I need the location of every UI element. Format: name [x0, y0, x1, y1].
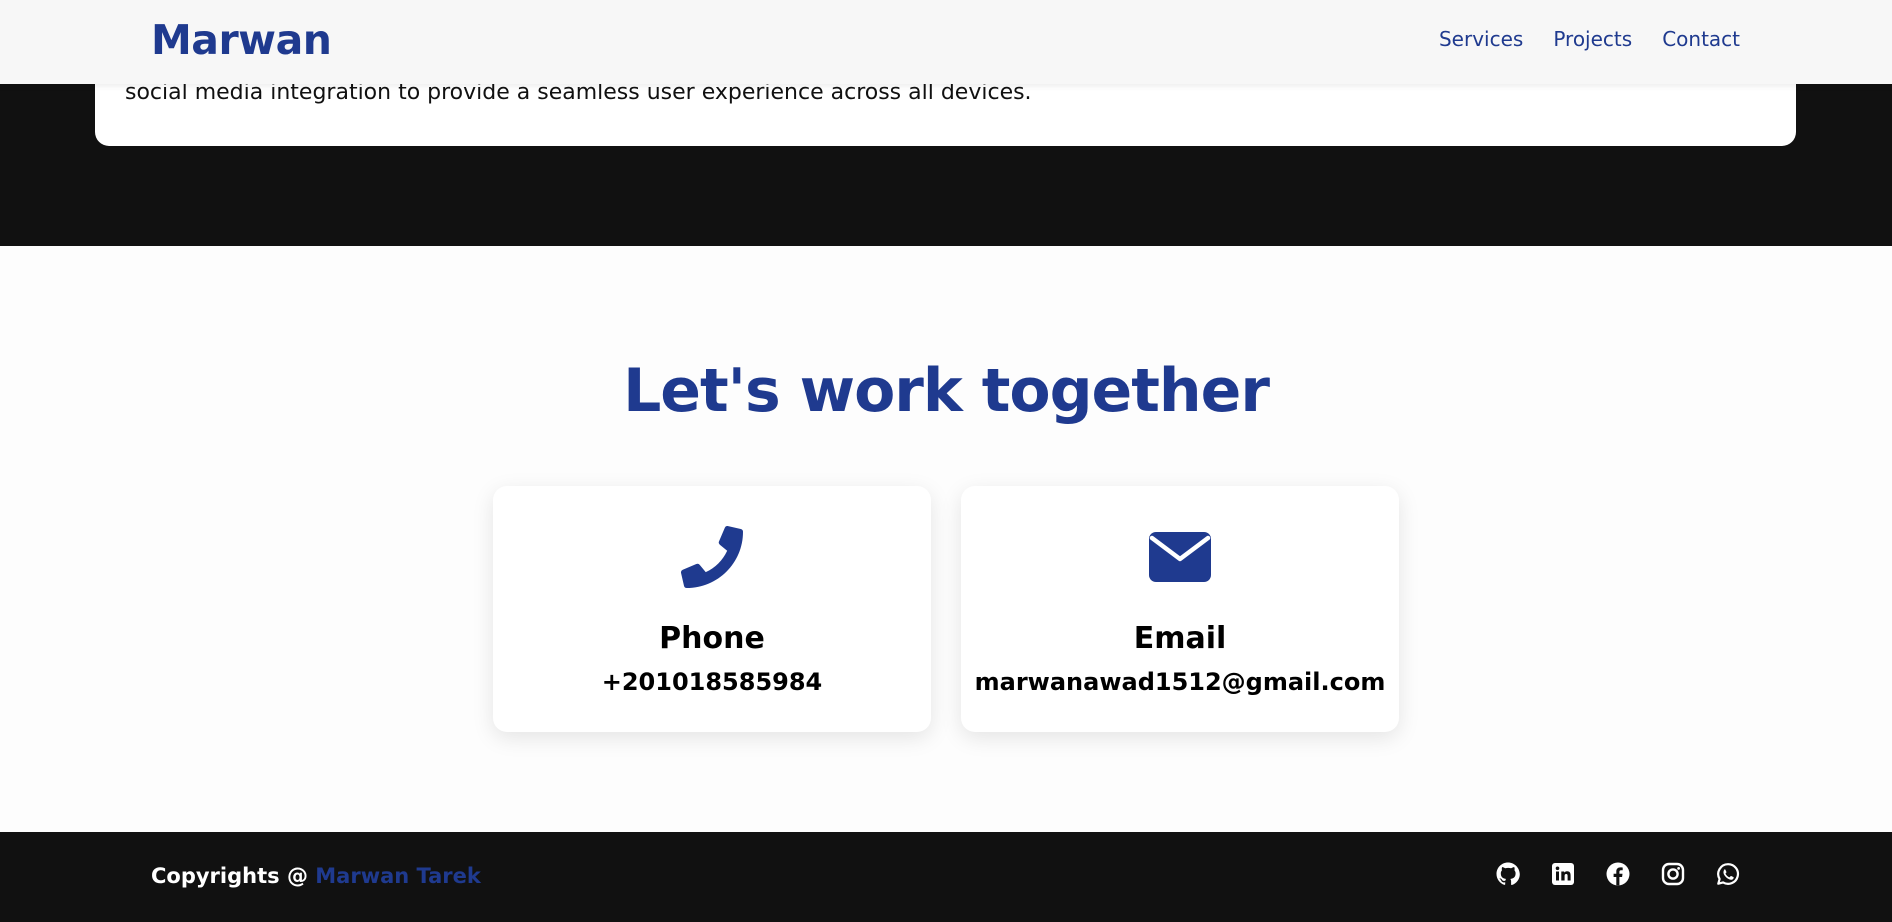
nav-link-projects[interactable]: Projects — [1553, 25, 1632, 53]
email-value[interactable]: marwanawad1512@gmail.com — [961, 667, 1399, 697]
email-card[interactable]: Email marwanawad1512@gmail.com — [961, 486, 1399, 732]
whatsapp-icon[interactable] — [1716, 862, 1740, 886]
footer: Copyrights @ Marwan Tarek — [0, 832, 1892, 922]
nav-link-contact[interactable]: Contact — [1662, 25, 1740, 53]
copyright-prefix: Copyrights @ — [151, 864, 308, 888]
nav-links: Services Projects Contact — [1439, 25, 1740, 53]
copyright: Copyrights @ Marwan Tarek — [151, 862, 481, 890]
contact-section: Let's work together Phone +201018585984 … — [0, 246, 1892, 832]
phone-value[interactable]: +201018585984 — [493, 667, 931, 697]
github-icon[interactable] — [1496, 862, 1520, 886]
phone-card[interactable]: Phone +201018585984 — [493, 486, 931, 732]
phone-label: Phone — [659, 621, 765, 656]
envelope-icon — [961, 526, 1399, 588]
brand-logo[interactable]: Marwan — [151, 15, 332, 65]
instagram-icon[interactable] — [1661, 862, 1685, 886]
nav-link-services[interactable]: Services — [1439, 25, 1523, 53]
contact-title: Let's work together — [623, 356, 1270, 426]
navbar: Marwan Services Projects Contact — [0, 0, 1892, 84]
social-links — [1496, 862, 1740, 886]
facebook-icon[interactable] — [1606, 862, 1630, 886]
linkedin-icon[interactable] — [1551, 862, 1575, 886]
email-label: Email — [1133, 621, 1227, 656]
phone-icon — [493, 526, 931, 588]
copyright-name[interactable]: Marwan Tarek — [315, 864, 481, 888]
